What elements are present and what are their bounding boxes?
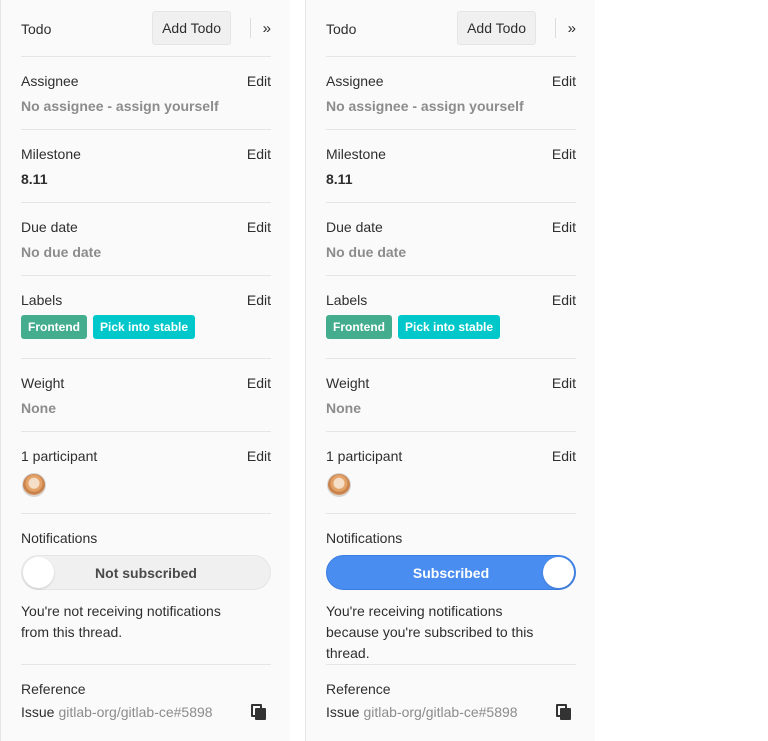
reference-path: gitlab-org/gitlab-ce#5898 [58, 704, 213, 720]
milestone-block: Milestone Edit 8.11 [21, 130, 271, 203]
todo-block: Todo Add Todo » [326, 0, 576, 57]
reference-prefix: Issue [21, 704, 55, 720]
label-badge[interactable]: Pick into stable [398, 315, 501, 339]
weight-edit-link[interactable]: Edit [247, 375, 271, 391]
label-list: Frontend Pick into stable [326, 315, 576, 339]
labels-title: Labels [326, 292, 368, 308]
todo-title: Todo [326, 21, 357, 37]
milestone-block: Milestone Edit 8.11 [326, 130, 576, 203]
label-badge[interactable]: Frontend [326, 315, 392, 339]
weight-block: Weight Edit None [21, 359, 271, 432]
assign-yourself-link[interactable]: No assignee - assign yourself [21, 98, 271, 114]
due-date-value: No due date [21, 244, 102, 260]
toggle-label: Not subscribed [95, 564, 197, 581]
participants-block: 1 participant Edit [326, 432, 576, 514]
todo-block: Todo Add Todo » [21, 0, 271, 57]
avatar[interactable] [327, 473, 351, 497]
milestone-edit-link[interactable]: Edit [247, 146, 271, 162]
participants-title: 1 participant [326, 448, 403, 464]
assign-yourself-link[interactable]: No assignee - assign yourself [326, 98, 576, 114]
notifications-block: Notifications Subscribed You're receivin… [326, 514, 576, 665]
assignee-block: Assignee Edit No assignee - assign yours… [21, 57, 271, 130]
toggle-knob[interactable] [23, 557, 54, 588]
participants-title: 1 participant [21, 448, 98, 464]
clipboard-icon[interactable] [251, 704, 267, 720]
due-date-block: Due date Edit No due date [21, 203, 271, 276]
weight-value: None [326, 400, 361, 416]
avatar[interactable] [22, 473, 46, 497]
milestone-value[interactable]: 8.11 [21, 171, 271, 187]
milestone-value[interactable]: 8.11 [326, 171, 576, 187]
reference-title: Reference [326, 681, 391, 697]
labels-block: Labels Edit Frontend Pick into stable [326, 276, 576, 359]
assignee-edit-link[interactable]: Edit [247, 73, 271, 89]
weight-edit-link[interactable]: Edit [552, 375, 576, 391]
double-chevron-right-icon[interactable]: » [251, 21, 271, 36]
add-todo-button[interactable]: Add Todo [152, 11, 231, 45]
issue-sidebar-right: Todo Add Todo » Assignee Edit No assigne… [305, 0, 595, 741]
labels-edit-link[interactable]: Edit [247, 292, 271, 308]
notifications-title: Notifications [326, 530, 403, 546]
label-list: Frontend Pick into stable [21, 315, 271, 339]
participants-edit-link[interactable]: Edit [247, 448, 271, 464]
due-date-block: Due date Edit No due date [326, 203, 576, 276]
labels-edit-link[interactable]: Edit [552, 292, 576, 308]
double-chevron-right-icon[interactable]: » [556, 21, 576, 36]
milestone-edit-link[interactable]: Edit [552, 146, 576, 162]
reference-block: Reference Issue gitlab-org/gitlab-ce#589… [326, 665, 576, 720]
reference-path: gitlab-org/gitlab-ce#5898 [363, 704, 518, 720]
weight-value: None [21, 400, 56, 416]
weight-title: Weight [21, 375, 65, 391]
toggle-label: Subscribed [412, 564, 490, 581]
subscription-toggle[interactable]: Subscribed [326, 555, 576, 590]
participants-block: 1 participant Edit [21, 432, 271, 514]
due-date-edit-link[interactable]: Edit [247, 219, 271, 235]
add-todo-button[interactable]: Add Todo [457, 11, 536, 45]
assignee-edit-link[interactable]: Edit [552, 73, 576, 89]
due-date-title: Due date [326, 219, 383, 235]
weight-title: Weight [326, 375, 370, 391]
due-date-edit-link[interactable]: Edit [552, 219, 576, 235]
assignee-block: Assignee Edit No assignee - assign yours… [326, 57, 576, 130]
participants-edit-link[interactable]: Edit [552, 448, 576, 464]
weight-block: Weight Edit None [326, 359, 576, 432]
todo-title: Todo [21, 21, 52, 37]
milestone-title: Milestone [326, 146, 386, 162]
notifications-title: Notifications [21, 530, 98, 546]
label-badge[interactable]: Pick into stable [93, 315, 196, 339]
reference-title: Reference [21, 681, 86, 697]
label-badge[interactable]: Frontend [21, 315, 87, 339]
reference-block: Reference Issue gitlab-org/gitlab-ce#589… [21, 665, 271, 720]
notifications-description: You're not receiving notifications from … [21, 603, 221, 640]
labels-block: Labels Edit Frontend Pick into stable [21, 276, 271, 359]
clipboard-icon[interactable] [556, 704, 572, 720]
notifications-description: You're receiving notifications because y… [326, 603, 534, 661]
due-date-title: Due date [21, 219, 78, 235]
labels-title: Labels [21, 292, 63, 308]
assignee-title: Assignee [21, 73, 79, 89]
subscription-toggle[interactable]: Not subscribed [21, 555, 271, 590]
issue-sidebar-left: Todo Add Todo » Assignee Edit No assigne… [0, 0, 290, 741]
toggle-knob[interactable] [543, 557, 574, 588]
notifications-block: Notifications Not subscribed You're not … [21, 514, 271, 665]
due-date-value: No due date [326, 244, 407, 260]
assignee-title: Assignee [326, 73, 384, 89]
reference-prefix: Issue [326, 704, 360, 720]
milestone-title: Milestone [21, 146, 81, 162]
